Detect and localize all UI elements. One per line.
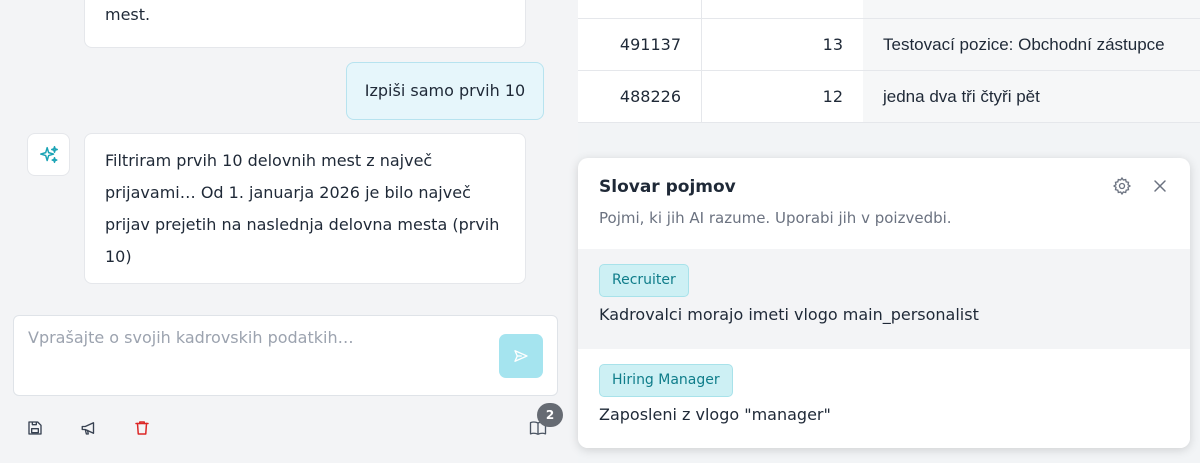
glossary-count-badge: 2	[537, 403, 563, 427]
save-button[interactable]	[24, 417, 46, 439]
term-description: Zaposleni z vlogo "manager"	[599, 405, 831, 424]
glossary-settings-button[interactable]	[1112, 176, 1134, 198]
user-message: Izpiši samo prvih 10	[346, 62, 544, 120]
table-row	[578, 0, 1200, 19]
save-icon	[28, 421, 42, 435]
trash-icon	[135, 421, 149, 435]
gear-icon	[1112, 176, 1132, 196]
previous-ai-message-text: mest.	[105, 5, 151, 24]
delete-button[interactable]	[131, 417, 153, 439]
glossary-term[interactable]: Recruiter Kadrovalci morajo imeti vlogo …	[578, 249, 1190, 349]
close-icon	[1154, 180, 1166, 192]
term-label: Hiring Manager	[599, 364, 733, 397]
glossary-title: Slovar pojmov	[599, 177, 736, 197]
table-row: 488226 12 jedna dva tři čtyři pět	[578, 71, 1200, 123]
sparkles-icon	[39, 145, 58, 163]
send-button[interactable]	[499, 334, 543, 378]
job-title-cell: jedna dva tři čtyři pět	[863, 71, 1200, 122]
announce-button[interactable]	[78, 417, 100, 439]
ai-avatar	[27, 133, 70, 176]
application-count-cell: 13	[822, 35, 843, 54]
term-description: Kadrovalci morajo imeti vlogo main_perso…	[599, 305, 979, 324]
table-row: 491137 13 Testovací pozice: Obchodní zás…	[578, 19, 1200, 71]
chat-input[interactable]	[28, 328, 488, 347]
glossary-close-button[interactable]	[1150, 176, 1172, 198]
application-count-cell: 12	[822, 87, 843, 106]
ai-message: Filtriram prvih 10 delovnih mest z najve…	[84, 133, 526, 284]
job-id-cell: 491137	[578, 19, 702, 70]
results-table: 491137 13 Testovací pozice: Obchodní zás…	[578, 0, 1200, 123]
send-icon	[514, 350, 528, 362]
glossary-subtitle: Pojmi, ki jih AI razume. Uporabi jih v p…	[599, 209, 952, 227]
term-label: Recruiter	[599, 264, 689, 297]
job-id-cell: 488226	[578, 71, 702, 122]
glossary-panel: Slovar pojmov Pojmi, ki jih AI razume. U…	[578, 158, 1190, 448]
previous-ai-message: mest.	[84, 0, 526, 48]
megaphone-icon	[81, 422, 95, 435]
glossary-term[interactable]: Hiring Manager Zaposleni z vlogo "manage…	[578, 349, 1190, 448]
chat-pane: mest. Izpiši samo prvih 10 Filtriram prv…	[0, 0, 578, 463]
job-title-cell: Testovací pozice: Obchodní zástupce	[863, 19, 1200, 70]
chat-composer	[13, 315, 558, 396]
